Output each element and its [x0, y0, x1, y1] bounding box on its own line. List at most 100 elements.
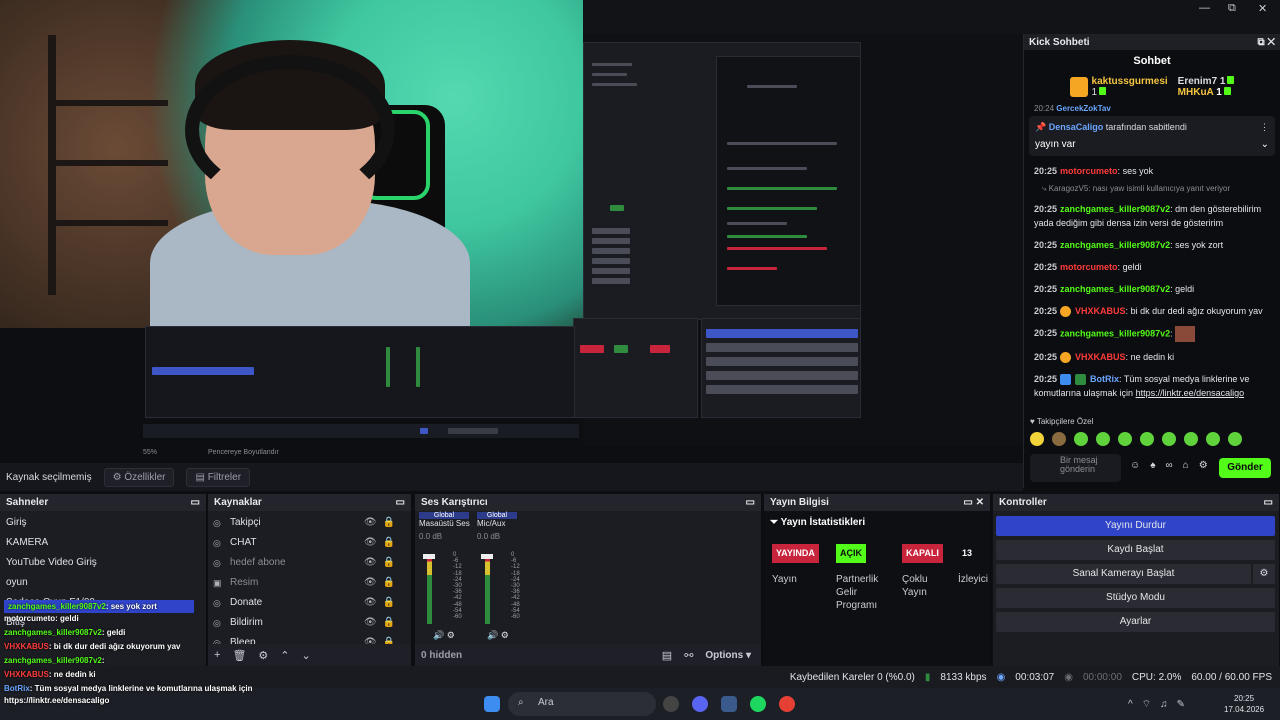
obs-icon[interactable]: [663, 696, 679, 712]
layout-icon[interactable]: ▤: [662, 649, 672, 662]
source-type-icon: ◎: [213, 598, 221, 608]
chat-time: 20:25: [1034, 328, 1058, 339]
emote-icon[interactable]: [1118, 432, 1132, 446]
control-button[interactable]: Yayını Durdur: [996, 516, 1275, 536]
dock-menu-icon[interactable]: ▭: [746, 497, 755, 508]
volume-slider[interactable]: [481, 554, 493, 559]
clock[interactable]: 20:25 17.04.2026: [1224, 693, 1264, 715]
kick-chat-dock: Kick Sohbeti ⧉ ✕ Sohbet kaktussgurmesi 1…: [1023, 34, 1280, 488]
overlay-message: zanchgames_killer9087v2: ses yok zort: [4, 600, 194, 613]
chat-user[interactable]: zanchgames_killer9087v2: [1060, 204, 1170, 214]
visibility-lock-icons[interactable]: 👁🔒: [364, 553, 401, 573]
control-button[interactable]: Ayarlar: [996, 612, 1275, 632]
source-item[interactable]: ◎ Takipçi 👁🔒: [208, 513, 411, 533]
send-button[interactable]: Gönder: [1219, 458, 1271, 478]
emote-icon[interactable]: [1096, 432, 1110, 446]
discord-icon[interactable]: [692, 696, 708, 712]
visibility-lock-icons[interactable]: 👁🔒: [364, 513, 401, 533]
emote-icon[interactable]: [1228, 432, 1242, 446]
minimize-button[interactable]: —: [1199, 2, 1210, 14]
chat-user[interactable]: VHXKABUS: [1075, 352, 1126, 362]
chrome-icon[interactable]: [779, 696, 795, 712]
visibility-lock-icons[interactable]: 👁🔒: [364, 533, 401, 553]
leader-count: 1: [1219, 76, 1226, 87]
speaker-icon[interactable]: 🔊 ⚙: [433, 630, 455, 641]
chat-input[interactable]: Bir mesaj gönderin: [1030, 454, 1121, 482]
dock-controls[interactable]: ⧉ ✕: [1257, 37, 1275, 48]
stat-pill: YAYINDA: [772, 544, 819, 563]
chat-user[interactable]: KaragozV5: [1049, 184, 1089, 193]
chat-user[interactable]: zanchgames_killer9087v2: [1060, 328, 1170, 338]
filters-button[interactable]: ▤ Filtreler: [186, 467, 251, 487]
properties-button[interactable]: ⚙ Özellikler: [103, 467, 175, 487]
maximize-button[interactable]: ⧉: [1228, 2, 1236, 15]
source-item[interactable]: ◎ CHAT 👁🔒: [208, 533, 411, 553]
visibility-lock-icons[interactable]: 👁🔒: [364, 573, 401, 593]
fit-to-window[interactable]: Pencereye Boyutlandır: [208, 449, 279, 456]
add-icon[interactable]: +: [214, 649, 220, 661]
system-tray-icons[interactable]: ^⌔♫✎: [1128, 698, 1194, 711]
chat-text: geldi: [1175, 284, 1195, 294]
app-icon[interactable]: [721, 696, 737, 712]
chat-link[interactable]: https://linktr.ee/densacaligo: [1136, 388, 1245, 398]
preview-canvas[interactable]: 55% Pencereye Boyutlandır: [143, 34, 1023, 456]
scene-item[interactable]: oyun: [0, 573, 206, 593]
emote-icon[interactable]: [1184, 432, 1198, 446]
control-button[interactable]: Kaydı Başlat: [996, 540, 1275, 560]
close-button[interactable]: ✕: [1258, 2, 1267, 15]
db-tick: -18: [453, 570, 462, 577]
dock-controls[interactable]: ▭ ✕: [963, 497, 984, 508]
dock-menu-icon[interactable]: ▭: [191, 497, 200, 508]
chat-user[interactable]: zanchgames_killer9087v2: [1060, 240, 1170, 250]
preview-zoom[interactable]: 55%: [143, 449, 157, 456]
chat-tool-icons[interactable]: ☺♠∞⌂⚙: [1130, 460, 1218, 471]
virtual-cam-settings-icon[interactable]: ⚙: [1253, 564, 1275, 584]
channel-name[interactable]: Mic/Aux: [477, 519, 517, 528]
emote-icon[interactable]: [1030, 432, 1044, 446]
emote-icon[interactable]: [1140, 432, 1154, 446]
speaker-icon[interactable]: 🔊 ⚙: [487, 630, 509, 641]
chat-user[interactable]: zanchgames_killer9087v2: [1060, 284, 1170, 294]
visibility-lock-icons[interactable]: 👁🔒: [364, 613, 401, 633]
source-label: Bildirim: [230, 617, 263, 628]
stream-time: 00:03:07: [1015, 671, 1055, 683]
leader-name: MHKuA: [1177, 87, 1214, 98]
pinned-message[interactable]: 📌 DensaCaligo tarafından sabitlendi ⋮ ya…: [1029, 116, 1275, 156]
source-label: Donate: [230, 597, 263, 608]
windows-start-icon[interactable]: [484, 696, 500, 712]
emote-icon[interactable]: [1074, 432, 1088, 446]
volume-slider[interactable]: [423, 554, 435, 559]
chat-user[interactable]: motorcumeto: [1060, 166, 1118, 176]
link-icon[interactable]: ⚯: [684, 649, 693, 662]
source-item[interactable]: ◎ Donate 👁🔒: [208, 593, 411, 613]
source-item[interactable]: ▣ Resim 👁🔒: [208, 573, 411, 593]
control-button[interactable]: Sanal Kamerayı Başlat: [996, 564, 1251, 584]
arrow-up-icon[interactable]: ⌃: [280, 649, 289, 662]
trash-icon[interactable]: 🗑: [232, 649, 246, 662]
scene-item[interactable]: YouTube Video Giriş: [0, 553, 206, 573]
unpin-icon[interactable]: ⋮: [1260, 122, 1269, 133]
spotify-icon[interactable]: [750, 696, 766, 712]
channel-name[interactable]: Masaüstü Ses: [419, 519, 470, 528]
dock-menu-icon[interactable]: ▭: [1264, 497, 1273, 508]
chat-user[interactable]: BotRix: [1090, 374, 1119, 384]
stat-label: Çoklu Yayın: [902, 574, 928, 598]
dock-menu-icon[interactable]: ▭: [396, 497, 405, 508]
chat-user[interactable]: motorcumeto: [1060, 262, 1118, 272]
control-button[interactable]: Stüdyo Modu: [996, 588, 1275, 608]
source-item[interactable]: ◎ hedef abone 👁🔒: [208, 553, 411, 573]
emote-icon[interactable]: [1162, 432, 1176, 446]
emote-bar[interactable]: [1030, 432, 1246, 446]
gear-icon[interactable]: ⚙: [258, 649, 268, 662]
chat-user[interactable]: VHXKABUS: [1075, 306, 1126, 316]
scene-item[interactable]: Giriş: [0, 513, 206, 533]
chevron-down-icon[interactable]: ⌄: [1261, 139, 1269, 150]
source-item[interactable]: ◎ Bildirim 👁🔒: [208, 613, 411, 633]
taskbar-search[interactable]: ⌕ Ara: [508, 692, 656, 716]
emote-icon[interactable]: [1052, 432, 1066, 446]
arrow-down-icon[interactable]: ⌄: [302, 649, 311, 662]
visibility-lock-icons[interactable]: 👁🔒: [364, 593, 401, 613]
scene-item[interactable]: KAMERA: [0, 533, 206, 553]
emote-icon[interactable]: [1206, 432, 1220, 446]
options-button[interactable]: Options ▾: [705, 650, 751, 661]
